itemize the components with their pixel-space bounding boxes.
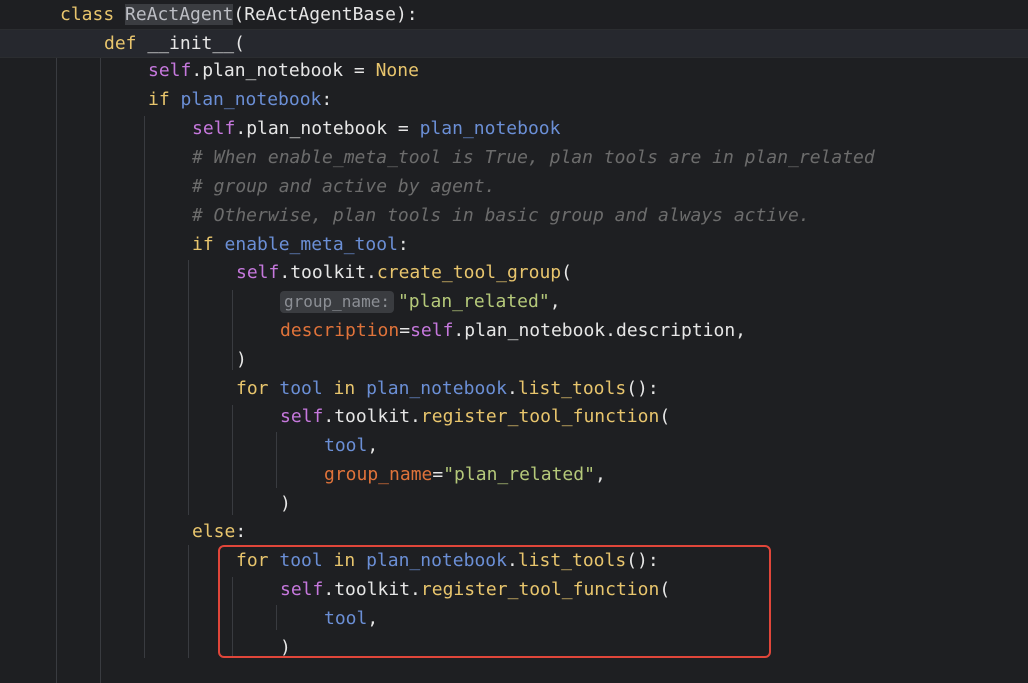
- highlight-box: [218, 545, 771, 658]
- code-text: .toolkit.: [323, 406, 421, 427]
- function-name: create_tool_group: [376, 262, 562, 283]
- code-text: =: [399, 320, 411, 341]
- self-keyword: self: [236, 262, 280, 283]
- code-line[interactable]: self.plan_notebook = None: [0, 56, 1028, 85]
- code-text: ():: [626, 378, 659, 399]
- code-line[interactable]: self.toolkit.create_tool_group(: [0, 258, 1028, 287]
- code-text: ): [236, 349, 247, 370]
- comment: # When enable_meta_tool is True, plan to…: [192, 147, 875, 168]
- keyword: if: [192, 234, 225, 255]
- variable: plan_notebook: [419, 118, 561, 139]
- code-line[interactable]: group_name: "plan_related",: [0, 287, 1028, 316]
- parameter-hint: group_name:: [280, 291, 394, 313]
- self-keyword: self: [192, 118, 236, 139]
- code-line[interactable]: else:: [0, 517, 1028, 546]
- keyword: class: [60, 4, 126, 25]
- comment: # group and active by agent.: [192, 176, 496, 197]
- comment: # Otherwise, plan tools in basic group a…: [192, 205, 810, 226]
- code-line[interactable]: description=self.plan_notebook.descripti…: [0, 316, 1028, 345]
- code-text: (ReActAgentBase):: [233, 4, 418, 25]
- code-line[interactable]: def __init__(: [0, 29, 1028, 58]
- string-literal: "plan_related": [443, 464, 595, 485]
- code-line[interactable]: for tool in plan_notebook.list_tools():: [0, 374, 1028, 403]
- code-line[interactable]: self.toolkit.register_tool_function(: [0, 402, 1028, 431]
- code-text: ,: [594, 464, 606, 485]
- self-keyword: self: [280, 406, 324, 427]
- code-text: :: [397, 234, 409, 255]
- code-line[interactable]: group_name="plan_related",: [0, 460, 1028, 489]
- self-keyword: self: [410, 320, 454, 341]
- code-text: .plan_notebook =: [191, 60, 376, 81]
- code-line[interactable]: class ReActAgent(ReActAgentBase):: [0, 0, 1028, 29]
- named-argument: description: [280, 320, 400, 341]
- code-line[interactable]: self.plan_notebook = plan_notebook: [0, 114, 1028, 143]
- code-line[interactable]: ): [0, 345, 1028, 374]
- code-text: =: [432, 464, 444, 485]
- variable: enable_meta_tool: [224, 234, 398, 255]
- code-text: (: [561, 262, 572, 283]
- class-name: ReActAgent: [125, 4, 234, 25]
- named-argument: group_name: [324, 464, 433, 485]
- code-line[interactable]: if plan_notebook:: [0, 85, 1028, 114]
- code-line[interactable]: # Otherwise, plan tools in basic group a…: [0, 201, 1028, 230]
- keyword: for: [236, 378, 280, 399]
- code-text: :: [235, 521, 247, 542]
- code-text: ,: [549, 291, 561, 312]
- variable: plan_notebook: [180, 89, 322, 110]
- code-text: (: [659, 406, 671, 427]
- code-text: .toolkit.: [279, 262, 377, 283]
- self-keyword: self: [148, 60, 192, 81]
- variable: tool: [279, 378, 323, 399]
- code-text: .plan_notebook =: [235, 118, 420, 139]
- code-line[interactable]: # group and active by agent.: [0, 172, 1028, 201]
- code-line[interactable]: # When enable_meta_tool is True, plan to…: [0, 143, 1028, 172]
- code-line[interactable]: if enable_meta_tool:: [0, 230, 1028, 259]
- code-text: __init__(: [147, 33, 245, 54]
- variable: plan_notebook: [366, 378, 507, 399]
- keyword: None: [375, 60, 419, 81]
- code-line[interactable]: tool,: [0, 431, 1028, 460]
- function-name: list_tools: [517, 378, 627, 399]
- keyword: def: [104, 33, 148, 54]
- code-line[interactable]: ): [0, 489, 1028, 518]
- variable: tool: [324, 435, 368, 456]
- code-editor[interactable]: class ReActAgent(ReActAgentBase): def __i…: [0, 0, 1028, 683]
- keyword: else: [192, 521, 236, 542]
- code-text: ): [280, 493, 291, 514]
- string-literal: "plan_related": [397, 291, 550, 312]
- function-name: register_tool_function: [420, 406, 660, 427]
- keyword: in: [322, 378, 367, 399]
- code-text: :: [321, 89, 333, 110]
- code-text: .plan_notebook.description,: [453, 320, 747, 341]
- code-text: .: [506, 378, 518, 399]
- code-text: ,: [367, 435, 379, 456]
- keyword: if: [148, 89, 181, 110]
